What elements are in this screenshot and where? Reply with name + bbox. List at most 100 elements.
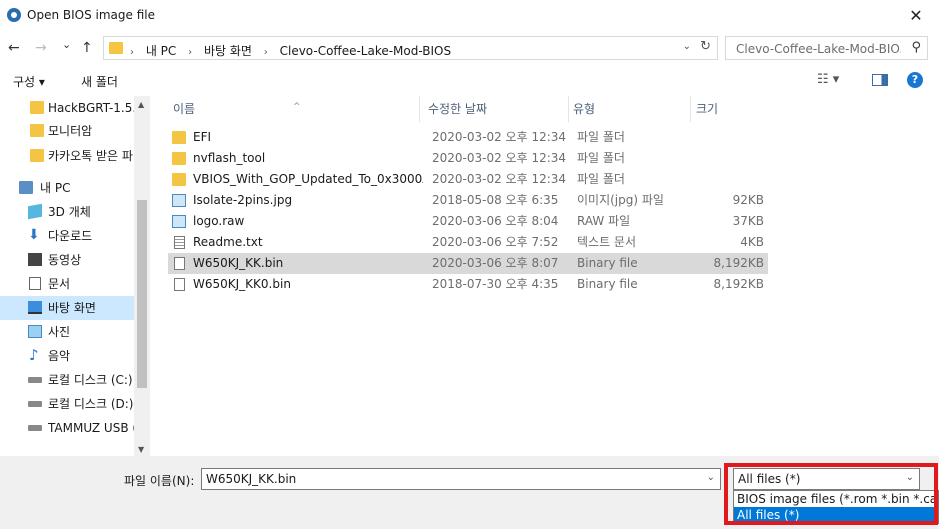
filename-input[interactable]: W650KJ_KK.bin ⌄ xyxy=(201,468,721,490)
drive-icon xyxy=(28,377,42,383)
sidebar-item-label: 로컬 디스크 (D:) xyxy=(48,397,134,411)
folder-icon xyxy=(30,124,44,137)
back-button[interactable]: ← xyxy=(8,40,20,56)
pc-icon xyxy=(19,181,33,194)
sidebar-item-label: TAMMUZ USB ( xyxy=(48,421,134,435)
filename-value: W650KJ_KK.bin xyxy=(206,472,297,486)
file-row[interactable]: nvflash_tool 2020-03-02 오후 12:34 파일 폴더 xyxy=(168,148,768,169)
scroll-up-icon[interactable]: ▲ xyxy=(138,100,144,109)
chevron-down-icon[interactable]: ⌄ xyxy=(707,472,715,483)
sidebar-item-label: 3D 개체 xyxy=(48,205,91,219)
breadcrumb-item-current-folder[interactable]: Clevo-Coffee-Lake-Mod-BIOS xyxy=(280,44,452,58)
sidebar-item-label: 모니터암 xyxy=(48,124,93,138)
file-type: 이미지(jpg) 파일 xyxy=(577,193,664,207)
file-row[interactable]: EFI 2020-03-02 오후 12:34 파일 폴더 xyxy=(168,127,768,148)
scroll-thumb[interactable] xyxy=(137,200,147,388)
sort-ascending-icon: ^ xyxy=(293,102,301,112)
file-date: 2020-03-02 오후 12:34 xyxy=(432,172,567,186)
sidebar-item-usb[interactable]: TAMMUZ USB ( xyxy=(0,416,134,440)
column-header-name[interactable]: 이름 ^ xyxy=(165,96,420,122)
sidebar-item-documents[interactable]: 문서 xyxy=(0,272,134,296)
sidebar-item-drive-c[interactable]: 로컬 디스크 (C:) xyxy=(0,368,134,392)
view-options-icon[interactable]: ☷ ▾ xyxy=(817,72,839,87)
folder-icon xyxy=(172,131,186,144)
sidebar-item-my-pc[interactable]: 내 PC xyxy=(0,176,134,200)
sidebar-item-monitor-arm[interactable]: 모니터암 xyxy=(0,119,134,143)
sidebar-item-label: HackBGRT-1.5.1 xyxy=(48,101,134,115)
sidebar-item-downloads[interactable]: ⬇ 다운로드 xyxy=(0,224,134,248)
forward-button[interactable]: → xyxy=(35,40,47,56)
file-row[interactable]: Isolate-2pins.jpg 2018-05-08 오후 6:35 이미지… xyxy=(168,190,768,211)
file-size: 8,192KB xyxy=(713,277,764,291)
sidebar-item-3d-objects[interactable]: 3D 개체 xyxy=(0,200,134,224)
file-type: Binary file xyxy=(577,277,638,291)
column-header-date[interactable]: 수정한 날짜 xyxy=(428,96,569,122)
column-header-type[interactable]: 유형 xyxy=(573,96,691,122)
sidebar-item-label: 카카오톡 받은 파 xyxy=(48,149,133,163)
breadcrumb-separator-icon: › xyxy=(130,47,134,58)
sidebar-item-hackbgrt[interactable]: HackBGRT-1.5.1 xyxy=(0,96,134,120)
up-button[interactable]: ↑ xyxy=(81,40,93,56)
sidebar-item-pictures[interactable]: 사진 xyxy=(0,320,134,344)
file-size: 37KB xyxy=(732,214,764,228)
file-row[interactable]: Readme.txt 2020-03-06 오후 7:52 텍스트 문서 4KB xyxy=(168,232,768,253)
file-name: W650KJ_KK.bin xyxy=(193,256,284,270)
file-icon xyxy=(174,257,185,270)
folder-icon xyxy=(109,42,123,54)
file-date: 2020-03-06 오후 8:07 xyxy=(432,256,559,270)
sidebar-item-label: 내 PC xyxy=(40,181,71,195)
file-row[interactable]: logo.raw 2020-03-06 오후 8:04 RAW 파일 37KB xyxy=(168,211,768,232)
file-name: Isolate-2pins.jpg xyxy=(193,193,293,207)
file-date: 2020-03-06 오후 7:52 xyxy=(432,235,559,249)
file-date: 2020-03-02 오후 12:34 xyxy=(432,151,567,165)
file-row[interactable]: W650KJ_KK0.bin 2018-07-30 오후 4:35 Binary… xyxy=(168,274,768,295)
address-bar[interactable]: › 내 PC › 바탕 화면 › Clevo-Coffee-Lake-Mod-B… xyxy=(103,36,718,60)
organize-button[interactable]: 구성 ▾ xyxy=(13,73,45,90)
drive-icon xyxy=(28,425,42,431)
title-bar: Open BIOS image file ✕ xyxy=(0,0,939,32)
file-date: 2020-03-06 오후 8:04 xyxy=(432,214,559,228)
sidebar-item-drive-d[interactable]: 로컬 디스크 (D:) xyxy=(0,392,134,416)
video-icon xyxy=(28,253,42,266)
file-date: 2020-03-02 오후 12:34 xyxy=(432,130,567,144)
file-name: EFI xyxy=(193,130,212,144)
refresh-icon[interactable]: ↻ xyxy=(700,39,711,54)
file-type: 파일 폴더 xyxy=(577,151,625,165)
sidebar-item-label: 음악 xyxy=(48,349,71,363)
search-icon[interactable]: ⚲ xyxy=(911,40,921,55)
search-input[interactable]: Clevo-Coffee-Lake-Mod-BIO... ⚲ xyxy=(725,36,928,60)
sidebar-scrollbar[interactable]: ▲ ▼ xyxy=(134,96,150,456)
folder-icon xyxy=(30,149,44,162)
new-folder-button[interactable]: 새 폴더 xyxy=(81,73,118,90)
image-icon xyxy=(172,215,186,228)
sidebar-item-music[interactable]: ♪ 음악 xyxy=(0,344,134,368)
address-row: ← → ⌄ ↑ › 내 PC › 바탕 화면 › Clevo-Coffee-La… xyxy=(0,32,939,64)
search-placeholder: Clevo-Coffee-Lake-Mod-BIO... xyxy=(736,42,901,56)
file-row-selected[interactable]: W650KJ_KK.bin 2020-03-06 오후 8:07 Binary … xyxy=(168,253,768,274)
file-name: VBIOS_With_GOP_Updated_To_0x3000A... xyxy=(193,172,423,186)
sidebar-item-kakaotalk[interactable]: 카카오톡 받은 파 xyxy=(0,144,134,168)
desktop-icon xyxy=(28,301,42,314)
sidebar-item-videos[interactable]: 동영상 xyxy=(0,248,134,272)
sidebar-item-label: 로컬 디스크 (C:) xyxy=(48,373,133,387)
address-dropdown-icon[interactable]: ⌄ xyxy=(683,41,691,52)
folder-icon xyxy=(172,152,186,165)
file-name: Readme.txt xyxy=(193,235,263,249)
preview-pane-icon[interactable] xyxy=(872,74,888,86)
breadcrumb-item-desktop[interactable]: 바탕 화면 xyxy=(204,44,252,58)
column-header-size[interactable]: 크기 xyxy=(696,96,766,122)
pictures-icon xyxy=(28,325,42,338)
breadcrumb-item-my-pc[interactable]: 내 PC xyxy=(146,44,176,58)
column-header-label: 이름 xyxy=(173,102,196,116)
close-button[interactable]: ✕ xyxy=(893,0,939,32)
sidebar-item-desktop[interactable]: 바탕 화면 xyxy=(0,296,134,320)
file-type: 텍스트 문서 xyxy=(577,235,637,249)
help-icon[interactable]: ? xyxy=(907,72,923,88)
recent-locations-button[interactable]: ⌄ xyxy=(62,38,71,51)
3d-objects-icon xyxy=(28,203,42,220)
breadcrumb-separator-icon: › xyxy=(188,47,193,58)
scroll-down-icon[interactable]: ▼ xyxy=(138,445,144,454)
documents-icon xyxy=(29,277,41,290)
command-bar: 구성 ▾ 새 폴더 ☷ ▾ ? xyxy=(0,64,939,96)
file-row[interactable]: VBIOS_With_GOP_Updated_To_0x3000A... 202… xyxy=(168,169,768,190)
